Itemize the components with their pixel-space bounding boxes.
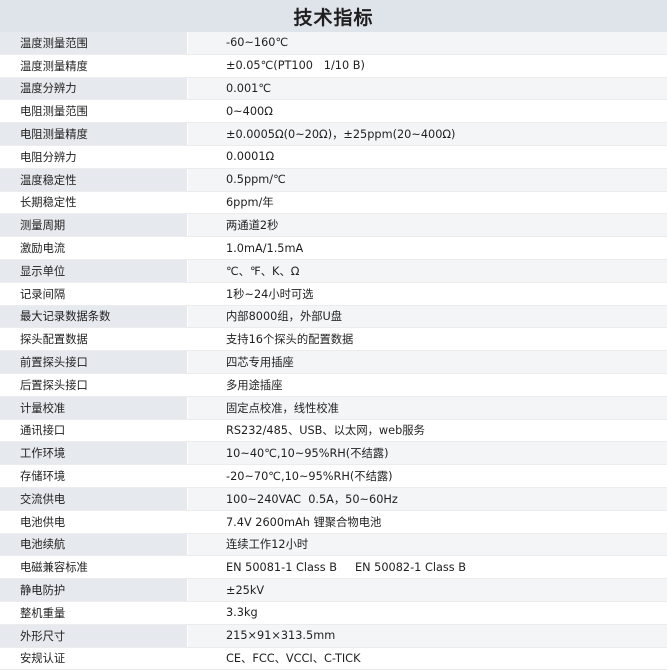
spec-label: 交流供电 [0,487,188,510]
spec-value: CE、FCC、VCCI、C-TICK [188,647,667,670]
spec-label: 电池供电 [0,510,188,533]
spec-label: 测量周期 [0,214,188,237]
spec-value: 固定点校准，线性校准 [188,396,667,419]
spec-value: 7.4V 2600mAh 锂聚合物电池 [188,510,667,533]
spec-value: 连续工作12小时 [188,533,667,556]
spec-value: 0.5ppm/℃ [188,168,667,191]
spec-label: 前置探头接口 [0,351,188,373]
spec-label: 后置探头接口 [0,373,188,396]
spec-row: 显示单位 ℃、℉、K、Ω [0,259,667,283]
spec-value: 0~400Ω [188,100,667,123]
spec-row: 测量周期 两通道2秒 [0,214,667,238]
spec-value: RS232/485、USB、以太网，web服务 [188,419,667,442]
spec-value: 两通道2秒 [188,214,667,237]
spec-value: 215×91×313.5mm [188,624,667,647]
spec-value: -60~160℃ [188,32,667,54]
spec-value: 6ppm/年 [188,191,667,214]
spec-label: 显示单位 [0,259,188,282]
spec-label: 整机重量 [0,601,188,624]
spec-label: 电池续航 [0,533,188,556]
spec-row: 后置探头接口 多用途插座 [0,373,667,397]
spec-header: 技术指标 [0,0,667,32]
spec-value: 0.001℃ [188,77,667,100]
spec-label: 温度测量范围 [0,32,188,54]
spec-row: 安规认证 CE、FCC、VCCI、C-TICK [0,647,667,670]
spec-row: 通讯接口 RS232/485、USB、以太网，web服务 [0,419,667,443]
spec-value: ℃、℉、K、Ω [188,259,667,282]
spec-label: 探头配置数据 [0,328,188,351]
spec-value: ±0.0005Ω(0~20Ω)，±25ppm(20~400Ω) [188,123,667,145]
spec-value: 100~240VAC 0.5A，50~60Hz [188,487,667,510]
spec-row: 记录间隔 1秒~24小时可选 [0,282,667,306]
spec-row: 电阻分辨力 0.0001Ω [0,145,667,169]
spec-row: 电阻测量精度 ±0.0005Ω(0~20Ω)，±25ppm(20~400Ω) [0,123,667,146]
spec-row: 交流供电 100~240VAC 0.5A，50~60Hz [0,487,667,511]
spec-row: 前置探头接口 四芯专用插座 [0,351,667,374]
spec-row: 温度分辨力 0.001℃ [0,77,667,101]
spec-value: 1秒~24小时可选 [188,282,667,305]
spec-row: 温度测量精度 ±0.05℃(PT100 1/10 B) [0,54,667,78]
spec-label: 电阻测量范围 [0,100,188,123]
spec-label: 电磁兼容标准 [0,556,188,579]
spec-row: 电池续航 连续工作12小时 [0,533,667,557]
spec-label: 长期稳定性 [0,191,188,214]
spec-row: 激励电流 1.0mA/1.5mA [0,237,667,260]
spec-label: 安规认证 [0,647,188,670]
spec-row: 存储环境 -20~70℃,10~95%RH(不结露) [0,465,667,488]
spec-label: 外形尺寸 [0,624,188,647]
spec-value: ±25kV [188,579,667,601]
spec-value: ±0.05℃(PT100 1/10 B) [188,54,667,77]
page-title: 技术指标 [293,6,374,29]
spec-table: 温度测量范围 -60~160℃ 温度测量精度 ±0.05℃(PT100 1/10 B)… [0,32,667,670]
spec-value: EN 50081-1 Class B EN 50082-1 Class B [188,556,667,579]
spec-label: 存储环境 [0,465,188,487]
spec-value: 3.3kg [188,601,667,624]
spec-row: 电阻测量范围 0~400Ω [0,100,667,124]
spec-row: 静电防护 ±25kV [0,579,667,602]
spec-value: 四芯专用插座 [188,351,667,373]
spec-row: 工作环境 10~40℃,10~95%RH(不结露) [0,442,667,466]
spec-row: 电池供电 7.4V 2600mAh 锂聚合物电池 [0,510,667,534]
spec-label: 温度测量精度 [0,54,188,77]
spec-label: 温度分辨力 [0,77,188,100]
spec-label: 温度稳定性 [0,168,188,191]
spec-label: 静电防护 [0,579,188,601]
spec-row: 长期稳定性 6ppm/年 [0,191,667,215]
spec-value: 支持16个探头的配置数据 [188,328,667,351]
spec-row: 电磁兼容标准 EN 50081-1 Class B EN 50082-1 Clas… [0,556,667,580]
spec-row: 探头配置数据 支持16个探头的配置数据 [0,328,667,352]
spec-row: 外形尺寸 215×91×313.5mm [0,624,667,648]
spec-label: 最大记录数据条数 [0,305,188,328]
spec-label: 计量校准 [0,396,188,419]
spec-value: 1.0mA/1.5mA [188,237,667,259]
spec-label: 电阻分辨力 [0,145,188,168]
spec-label: 记录间隔 [0,282,188,305]
spec-row: 最大记录数据条数 内部8000组，外部U盘 [0,305,667,329]
spec-row: 整机重量 3.3kg [0,601,667,625]
spec-value: 多用途插座 [188,373,667,396]
spec-value: 内部8000组，外部U盘 [188,305,667,328]
spec-value: 0.0001Ω [188,145,667,168]
spec-value: -20~70℃,10~95%RH(不结露) [188,465,667,487]
spec-label: 电阻测量精度 [0,123,188,145]
spec-label: 工作环境 [0,442,188,465]
spec-row: 计量校准 固定点校准，线性校准 [0,396,667,420]
spec-row: 温度测量范围 -60~160℃ [0,32,667,55]
spec-value: 10~40℃,10~95%RH(不结露) [188,442,667,465]
spec-label: 激励电流 [0,237,188,259]
spec-row: 温度稳定性 0.5ppm/℃ [0,168,667,192]
spec-label: 通讯接口 [0,419,188,442]
spec-sheet: 技术指标 温度测量范围 -60~160℃ 温度测量精度 ±0.05℃(PT100 1/… [0,0,667,670]
